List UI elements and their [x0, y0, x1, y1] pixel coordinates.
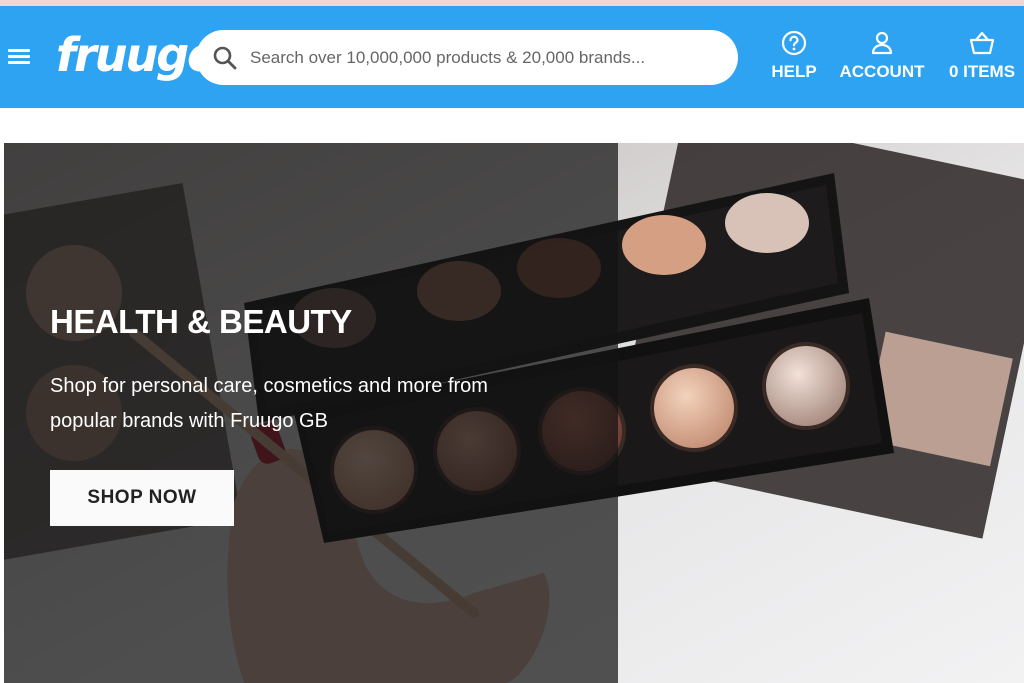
site-header: fruugo HELP ACCOUNT 0 ITEMS: [0, 6, 1024, 108]
shop-now-button[interactable]: SHOP NOW: [50, 470, 234, 526]
menu-icon[interactable]: [8, 46, 32, 66]
help-label: HELP: [771, 62, 817, 81]
search-icon[interactable]: [212, 45, 238, 71]
account-label: ACCOUNT: [839, 62, 925, 81]
fruugo-logo[interactable]: fruugo: [56, 24, 219, 86]
user-icon: [871, 31, 893, 55]
search-bar: [196, 30, 738, 85]
search-input[interactable]: [248, 39, 722, 77]
help-circle-icon: [781, 30, 807, 56]
hero-title: HEALTH & BEAUTY: [50, 303, 352, 340]
hero-description: Shop for personal care, cosmetics and mo…: [50, 375, 488, 432]
account-link[interactable]: ACCOUNT: [836, 30, 928, 90]
hero-banner: HEALTH & BEAUTY Shop for personal care, …: [4, 143, 1024, 683]
help-link[interactable]: HELP: [770, 30, 818, 90]
basket-link[interactable]: 0 ITEMS: [945, 30, 1019, 90]
basket-label: 0 ITEMS: [948, 62, 1016, 81]
basket-icon: [969, 31, 995, 55]
